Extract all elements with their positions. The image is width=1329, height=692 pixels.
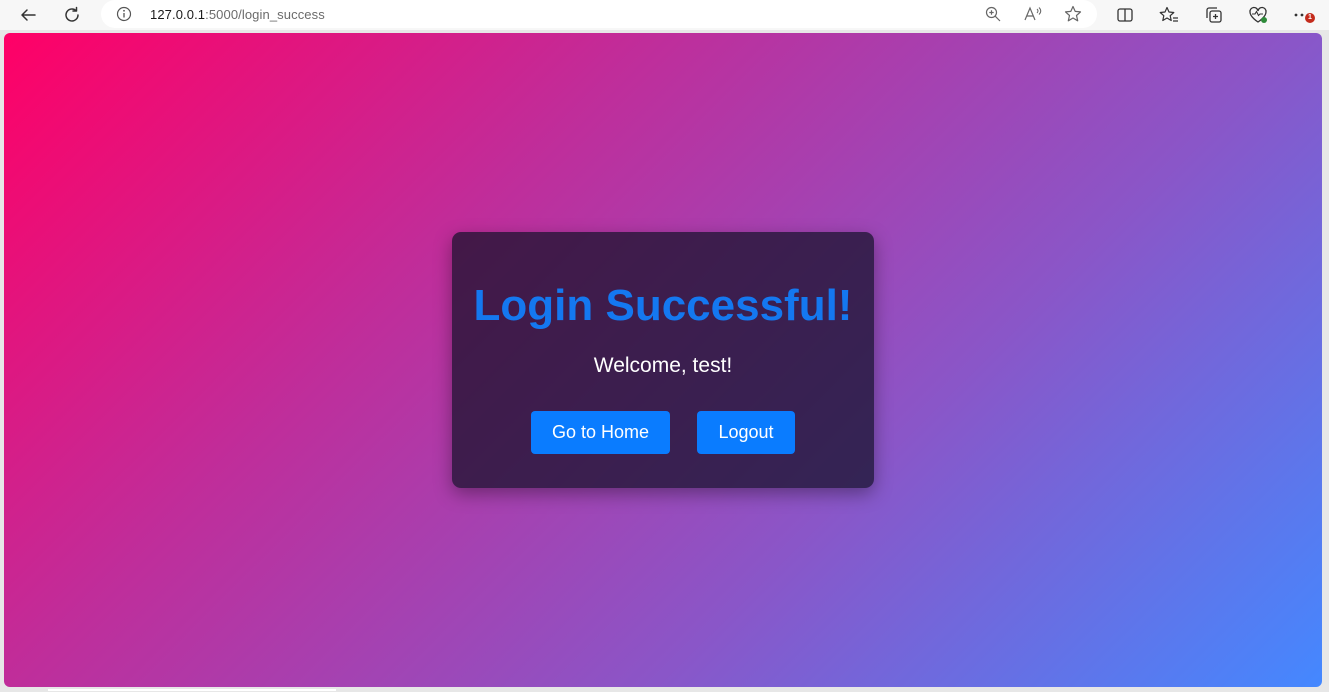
taskbar-indicator [48,689,336,691]
split-screen-icon [1117,8,1133,22]
refresh-icon [65,6,79,22]
browser-toolbar: 127.0.0.1:5000/login_success 1 [0,0,1329,30]
url-host: 127.0.0.1 [150,7,206,22]
logout-button[interactable]: Logout [697,411,795,454]
page-viewport: Login Successful! Welcome, test! Go to H… [4,33,1322,687]
zoom-icon[interactable] [983,4,1003,24]
refresh-button[interactable] [58,1,86,29]
go-to-home-button[interactable]: Go to Home [531,411,670,454]
page-title: Login Successful! [473,281,853,330]
split-screen-button[interactable] [1111,1,1139,29]
notification-badge: 1 [1305,13,1315,23]
heart-pulse-icon [1249,6,1267,23]
welcome-message: Welcome, test! [593,354,733,377]
url-path: :5000/login_success [205,7,325,22]
back-arrow-icon [21,9,36,21]
info-icon[interactable] [115,5,133,23]
star-icon[interactable] [1063,4,1083,24]
collections-icon [1206,7,1222,23]
collections-button[interactable] [1200,1,1228,29]
login-success-card: Login Successful! Welcome, test! Go to H… [452,232,874,488]
browser-essentials-button[interactable] [1244,1,1272,29]
favorites-icon [1159,6,1178,22]
read-aloud-icon[interactable] [1023,4,1043,24]
url-text[interactable]: 127.0.0.1:5000/login_success [150,7,325,22]
back-button[interactable] [14,1,42,29]
address-bar[interactable]: 127.0.0.1:5000/login_success [101,0,1097,28]
favorites-button[interactable] [1155,1,1183,29]
